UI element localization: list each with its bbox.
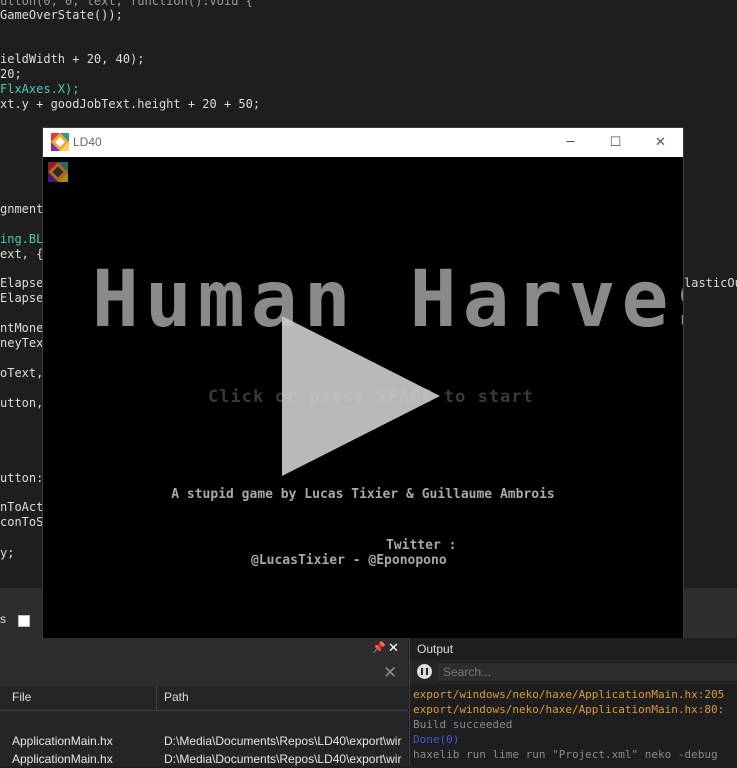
- error-list-panel: 📌 ✕ ✕ File Path ApplicationMain.hx D:\Me…: [0, 638, 408, 766]
- output-header: Output: [410, 638, 737, 660]
- code-line: GameOverState());: [0, 8, 123, 22]
- minimize-button[interactable]: ─: [548, 128, 593, 157]
- window-titlebar[interactable]: LD40 ─ ☐ ✕: [43, 128, 683, 157]
- output-line: Build succeeded: [413, 718, 513, 731]
- output-line: export/windows/neko/haxe/ApplicationMain…: [413, 703, 725, 716]
- game-canvas[interactable]: ot Human Harves Click or press SPACE to …: [43, 157, 683, 638]
- clear-icon[interactable]: ✕: [383, 663, 397, 683]
- column-divider[interactable]: [156, 686, 157, 710]
- code-line: ieldWidth + 20, 40);: [0, 52, 145, 66]
- pause-icon[interactable]: [417, 664, 432, 679]
- checkbox[interactable]: [18, 615, 30, 627]
- credits-text: A stupid game by Lucas Tixier & Guillaum…: [171, 487, 555, 502]
- search-input[interactable]: Search...: [438, 663, 737, 681]
- code-line: utton:: [0, 471, 44, 485]
- table-row[interactable]: ApplicationMain.hx D:\Media\Documents\Re…: [0, 734, 408, 750]
- play-icon[interactable]: [282, 316, 442, 476]
- editor-toolbar: s: [0, 588, 43, 638]
- output-title: Output: [417, 642, 454, 656]
- row-path: D:\Media\Documents\Repos\LD40\export\wir: [164, 752, 402, 766]
- column-header-file[interactable]: File: [12, 690, 31, 704]
- maximize-button[interactable]: ☐: [593, 128, 638, 157]
- close-icon[interactable]: ✕: [388, 641, 399, 656]
- game-window: LD40 ─ ☐ ✕ ot Human Harves Click or pres…: [43, 128, 683, 638]
- window-title: LD40: [73, 135, 102, 149]
- output-toolbar: Search...: [410, 660, 737, 684]
- haxe-logo-icon: [48, 162, 68, 187]
- twitter-handles: @LucasTixier - @Eponopono: [251, 553, 447, 568]
- output-panel: Output Search... export/windows/neko/hax…: [409, 638, 737, 766]
- error-list-header: 📌 ✕: [0, 638, 408, 660]
- toolbar-label-fragment: s: [0, 612, 6, 626]
- haxe-app-icon: [51, 133, 69, 156]
- pin-icon[interactable]: 📌: [372, 641, 386, 655]
- error-list-toolbar: ✕: [0, 660, 408, 686]
- close-button[interactable]: ✕: [638, 128, 683, 157]
- code-line: utton,: [0, 396, 44, 410]
- code-line: 20;: [0, 67, 22, 81]
- editor-toolbar-right: [683, 588, 737, 638]
- row-file: ApplicationMain.hx: [12, 734, 113, 748]
- search-placeholder: Search...: [443, 665, 492, 679]
- output-line: haxelib run lime run "Project.xml" neko …: [413, 748, 718, 761]
- row-file: ApplicationMain.hx: [12, 752, 113, 766]
- output-line: export/windows/neko/haxe/ApplicationMain…: [413, 688, 725, 701]
- code-line: y;: [0, 546, 15, 560]
- code-line: oText,: [0, 366, 44, 380]
- output-line: Done(0): [413, 733, 460, 746]
- code-line: gnment: [0, 202, 44, 216]
- code-line: xt.y + goodJobText.height + 20 + 50;: [0, 97, 261, 111]
- error-list-columns: File Path: [0, 686, 408, 711]
- code-line: ing.BL: [0, 232, 44, 246]
- code-line-fragment: lasticOu: [684, 276, 737, 290]
- twitter-label: Twitter :: [386, 538, 457, 553]
- code-line: FlxAxes.X);: [0, 82, 80, 96]
- output-log[interactable]: export/windows/neko/haxe/ApplicationMain…: [413, 687, 724, 762]
- column-header-path[interactable]: Path: [164, 690, 189, 704]
- row-path: D:\Media\Documents\Repos\LD40\export\wir: [164, 734, 402, 748]
